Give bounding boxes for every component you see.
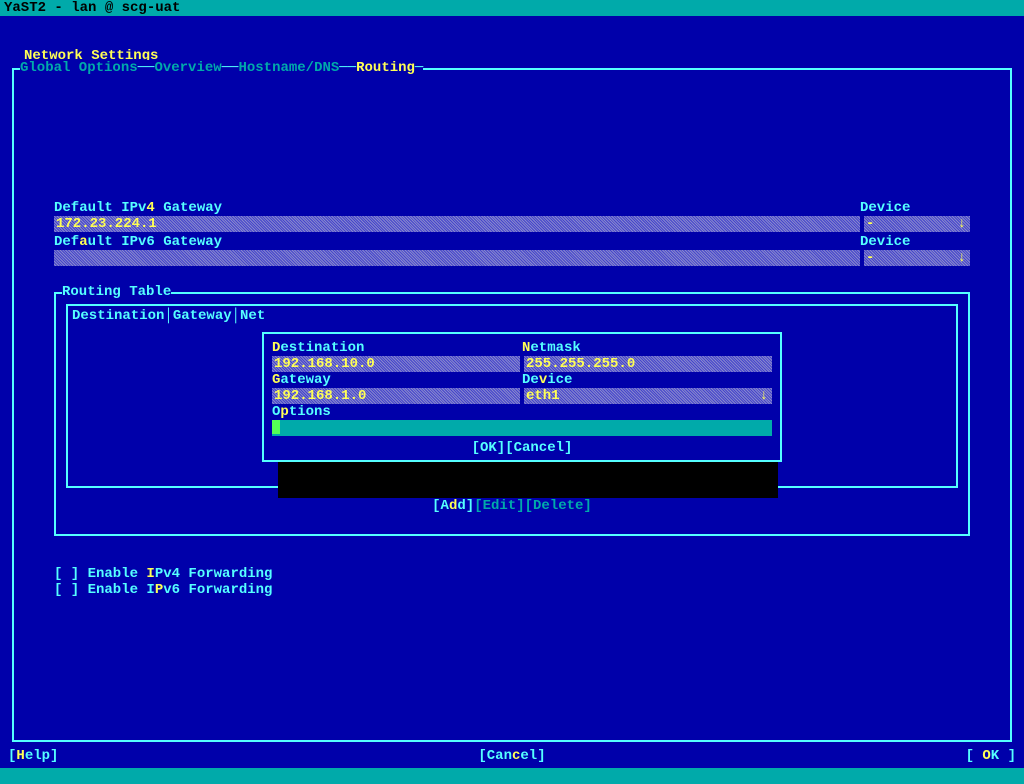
dialog-cancel-button[interactable]: [Cancel] [505, 440, 572, 456]
chevron-down-icon: ↓ [958, 216, 966, 232]
add-button[interactable]: [Add] [432, 498, 474, 514]
tab-overview[interactable]: Overview [154, 60, 221, 76]
ipv4-forwarding-checkbox[interactable]: [ ] Enable IPv4 Forwarding [54, 566, 970, 582]
device-label: Device [522, 372, 572, 388]
chevron-down-icon: ↓ [760, 388, 768, 404]
ipv6-forwarding-checkbox[interactable]: [ ] Enable IPv6 Forwarding [54, 582, 970, 598]
gw6-input-row: -↓ [54, 250, 970, 266]
gw4-label-row: Default IPv4 Gateway Device [54, 200, 970, 216]
window-titlebar: YaST2 - lan @ scg-uat [0, 0, 1024, 16]
tab-row: Global Options──Overview──Hostname/DNS──… [20, 60, 423, 76]
spacer [0, 16, 1024, 32]
gw4-input-row: 172.23.224.1 -↓ [54, 216, 970, 232]
cursor-icon [272, 420, 280, 434]
tab-global[interactable]: Global Options [20, 60, 138, 76]
device-select[interactable]: eth1↓ [524, 388, 772, 404]
help-button[interactable]: [Help] [8, 748, 58, 764]
gateway-label: Gateway [272, 372, 331, 388]
dialog-buttons: [OK][Cancel] [272, 440, 772, 456]
gw4-label: Default IPv4 Gateway [54, 200, 222, 216]
gw6-input[interactable] [54, 250, 860, 266]
dialog-ok-button[interactable]: [OK] [472, 440, 506, 456]
destination-input[interactable]: 192.168.10.0 [272, 356, 520, 372]
footer-bar [0, 768, 1024, 784]
cancel-button[interactable]: [Cancel] [478, 748, 545, 764]
dest-label: Destination [272, 340, 364, 356]
tab-routing[interactable]: Routing [356, 60, 415, 76]
netmask-input[interactable]: 255.255.255.0 [524, 356, 772, 372]
ok-button[interactable]: [ OK ] [966, 748, 1016, 764]
gw4-input[interactable]: 172.23.224.1 [54, 216, 860, 232]
bottom-bar: [Help] [Cancel] [ OK ] [0, 748, 1024, 768]
device-label-2: Device [860, 234, 970, 250]
forwarding-checks: [ ] Enable IPv4 Forwarding [ ] Enable IP… [54, 566, 970, 598]
table-actions: [Add][Edit][Delete] [56, 498, 968, 514]
edit-button[interactable]: [Edit] [474, 498, 524, 514]
options-input[interactable] [272, 420, 772, 436]
tab-hostname[interactable]: Hostname/DNS [238, 60, 339, 76]
table-headers: Destination│Gateway│Net [68, 306, 956, 326]
gateway-input[interactable]: 192.168.1.0 [272, 388, 520, 404]
chevron-down-icon: ↓ [958, 250, 966, 266]
routing-table-title: Routing Table [62, 284, 171, 300]
delete-button[interactable]: [Delete] [525, 498, 592, 514]
route-dialog: Destination Netmask 192.168.10.0 255.255… [262, 332, 782, 462]
netmask-label: Netmask [522, 340, 581, 356]
main-area: Network Settings Global Options──Overvie… [0, 32, 1024, 768]
device-label-1: Device [860, 200, 970, 216]
gw6-device-select[interactable]: -↓ [864, 250, 970, 266]
gw4-device-select[interactable]: -↓ [864, 216, 970, 232]
options-label: Options [272, 404, 331, 420]
gw6-label-row: Default IPv6 Gateway Device [54, 234, 970, 250]
gw6-label: Default IPv6 Gateway [54, 234, 222, 250]
